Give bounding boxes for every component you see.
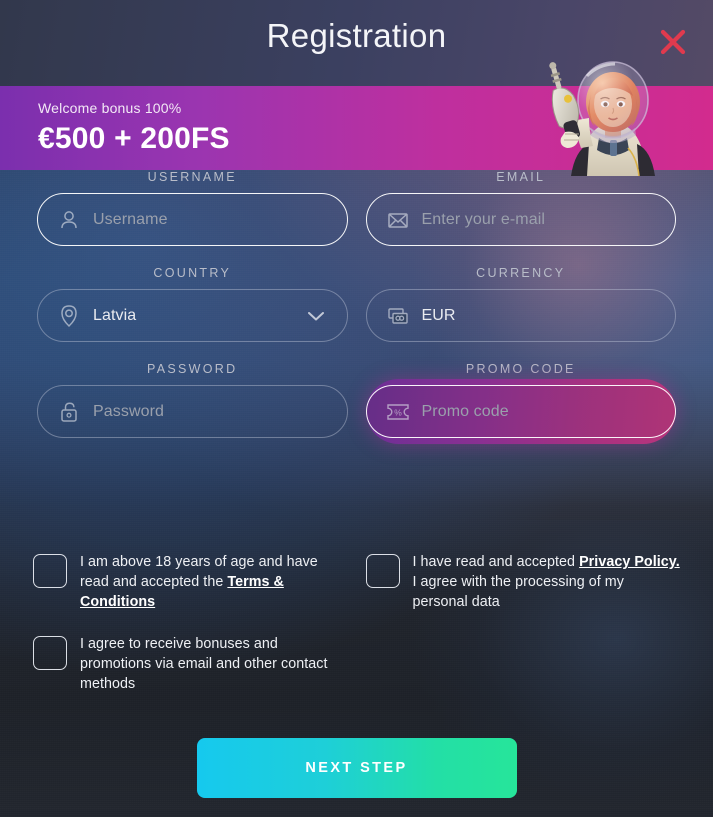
email-input[interactable]: Enter your e-mail [365,193,676,246]
field-label-currency: CURRENCY [476,266,566,280]
bonus-subtitle: Welcome bonus 100% [38,100,182,116]
checkbox-marketing-label: I agree to receive bonuses and promotion… [80,634,348,694]
modal-header: Registration [0,0,713,86]
consent-column-right: I have read and accepted Privacy Policy.… [365,552,681,716]
consent-checkbox-group: I am above 18 years of age and have read… [0,552,713,716]
email-placeholder: Enter your e-mail [421,210,546,228]
location-pin-icon [56,303,82,329]
field-label-promo-code: PROMO CODE [465,362,576,376]
field-label-email: EMAIL [496,170,546,184]
consent-text: I agree to receive bonuses and promotion… [80,636,328,692]
next-step-button[interactable]: NEXT STEP [196,738,517,798]
field-country: COUNTRY Latvia [37,266,348,342]
field-email: EMAIL Enter your e-mail [365,170,676,246]
ticket-percent-icon: % [385,399,411,425]
field-label-password: PASSWORD [147,362,238,376]
close-icon[interactable] [653,22,693,62]
banknotes-icon [385,303,411,329]
checkbox-age-terms-label: I am above 18 years of age and have read… [80,552,348,612]
checkbox-age-terms-box[interactable] [33,554,67,588]
checkbox-privacy-label: I have read and accepted Privacy Policy.… [413,552,681,612]
checkbox-privacy-box[interactable] [365,554,400,588]
field-password: PASSWORD Password [37,362,348,438]
submit-area: NEXT STEP [0,738,713,798]
form-row: COUNTRY Latvia CURRENCY EUR [0,266,713,342]
password-input[interactable]: Password [37,385,348,438]
bonus-banner-text: Welcome bonus 100% €500 + 200FS [38,100,230,156]
country-value: Latvia [93,306,137,324]
field-label-username: USERNAME [147,170,237,184]
form-row: USERNAME Username EMAIL Enter your e-mai… [0,170,713,246]
svg-text:%: % [394,407,402,417]
unlocked-padlock-icon [56,399,82,425]
checkbox-privacy: I have read and accepted Privacy Policy.… [365,552,681,612]
currency-value: EUR [421,306,456,324]
field-label-country: COUNTRY [153,266,232,280]
registration-modal: Registration Welcome bonus 100% €500 + 2… [0,0,713,817]
checkbox-marketing: I agree to receive bonuses and promotion… [33,634,348,694]
field-promo-code: PROMO CODE % Promo code [365,362,676,444]
chevron-down-icon[interactable] [307,310,325,322]
field-currency: CURRENCY EUR [365,266,676,342]
username-placeholder: Username [93,210,168,228]
checkbox-marketing-box[interactable] [33,636,67,670]
consent-text: I agree with the processing of my person… [412,574,624,610]
username-input[interactable]: Username [37,193,348,246]
privacy-policy-link[interactable]: Privacy Policy. [579,554,680,570]
promo-code-input[interactable]: % Promo code [365,385,676,438]
page-title: Registration [266,17,447,54]
consent-text: I have read and accepted [412,554,580,570]
user-icon [56,207,82,233]
checkbox-age-terms: I am above 18 years of age and have read… [33,552,348,612]
envelope-icon [385,207,411,233]
currency-select[interactable]: EUR [365,289,676,342]
country-select[interactable]: Latvia [37,289,348,342]
form-row: PASSWORD Password PROMO CODE % Promo cod… [0,362,713,444]
consent-column-left: I am above 18 years of age and have read… [33,552,348,716]
promo-code-placeholder: Promo code [421,402,509,420]
bonus-amount: €500 + 200FS [38,122,230,155]
bonus-banner: Welcome bonus 100% €500 + 200FS [0,86,713,170]
password-placeholder: Password [93,402,165,420]
field-username: USERNAME Username [37,170,348,246]
registration-form: USERNAME Username EMAIL Enter your e-mai… [0,170,713,458]
